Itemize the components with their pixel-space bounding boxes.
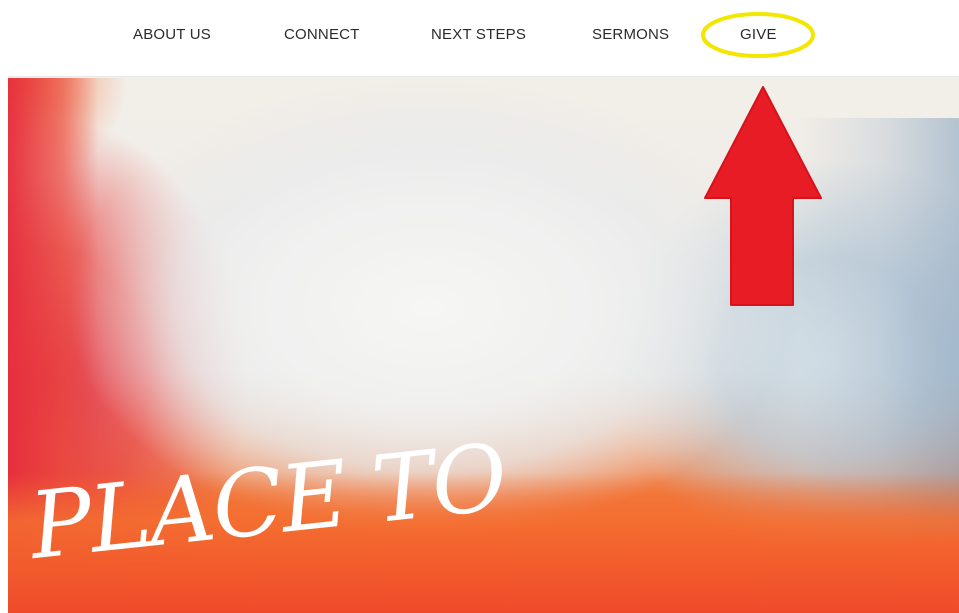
nav-link-about-us[interactable]: ABOUT US [133,26,211,43]
nav-link-connect[interactable]: CONNECT [284,26,360,43]
nav-link-next-steps[interactable]: NEXT STEPS [431,26,526,43]
up-arrow-icon [704,86,822,306]
nav-link-sermons[interactable]: SERMONS [592,26,669,43]
page: ABOUT US CONNECT NEXT STEPS SERMONS GIVE… [0,0,959,613]
give-highlight-circle [701,12,815,58]
